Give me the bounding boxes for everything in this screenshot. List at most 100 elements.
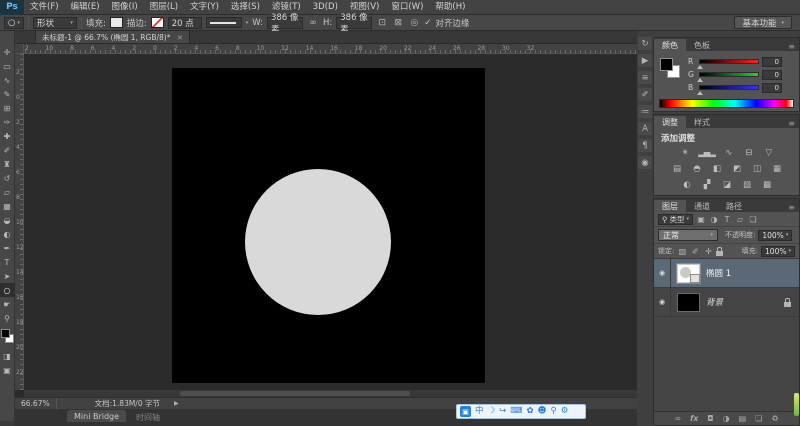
layer-thumbnail[interactable]: [677, 264, 700, 283]
pen-tool[interactable]: ✒: [0, 241, 15, 255]
path-operations-icon[interactable]: ⊡: [376, 18, 388, 28]
lock-all-icon[interactable]: [716, 251, 723, 256]
menu-3d[interactable]: 3D(D): [307, 0, 344, 14]
new-adjustment-layer-icon[interactable]: ◑: [723, 414, 730, 423]
tool-mode-select[interactable]: 形状 ▾: [33, 17, 77, 29]
hue-saturation-icon[interactable]: ▤: [670, 163, 683, 175]
filter-type-layers-icon[interactable]: T: [722, 215, 732, 224]
curves-icon[interactable]: ∿: [722, 147, 735, 159]
tab-color[interactable]: 颜色: [654, 39, 686, 51]
hand-tool[interactable]: ☛: [0, 297, 15, 311]
healing-brush-tool[interactable]: ✚: [0, 129, 15, 143]
new-layer-icon[interactable]: ❏: [755, 414, 762, 423]
blue-value-field[interactable]: 0: [762, 83, 782, 93]
clone-source-panel-icon[interactable]: ≔: [638, 105, 652, 118]
menu-help[interactable]: 帮助(H): [429, 0, 471, 14]
type-tool[interactable]: T: [0, 255, 15, 269]
filter-adjustment-layers-icon[interactable]: ◑: [709, 215, 719, 224]
threshold-icon[interactable]: ◪: [720, 179, 733, 191]
check-icon[interactable]: ✓: [424, 18, 431, 28]
blur-tool[interactable]: ◒: [0, 213, 15, 227]
filter-shape-layers-icon[interactable]: ▱: [735, 215, 745, 224]
foreground-color-swatch[interactable]: [660, 58, 673, 71]
shape-width-field[interactable]: 386 像素: [267, 17, 303, 29]
lock-position-icon[interactable]: ✛: [703, 247, 713, 256]
canvas[interactable]: [172, 68, 485, 383]
layer-filter-type-select[interactable]: ⚲ 类型 ▾: [658, 214, 693, 225]
vertical-ruler[interactable]: 2 0 2 4 6 8 10 12 14 16 18 20 22: [15, 54, 24, 390]
panel-menu-icon[interactable]: ≡: [788, 203, 795, 212]
color-swatches[interactable]: [0, 329, 15, 349]
tab-swatches[interactable]: 色板: [686, 39, 718, 51]
mini-bridge-panel-icon[interactable]: ◉: [638, 156, 652, 169]
dodge-tool[interactable]: ◐: [0, 227, 15, 241]
menu-file[interactable]: 文件(F): [24, 0, 65, 14]
character-panel-icon[interactable]: A: [638, 122, 652, 135]
ime-chinese-mode-icon[interactable]: 中: [475, 405, 484, 418]
move-tool[interactable]: ✛: [0, 45, 15, 59]
tab-adjustments[interactable]: 调整: [654, 116, 686, 128]
visibility-eye-icon[interactable]: ◉: [654, 259, 671, 288]
ime-fullwidth-icon[interactable]: ☽: [488, 405, 496, 418]
red-slider[interactable]: [699, 59, 759, 64]
tab-styles[interactable]: 样式: [686, 116, 718, 128]
filter-pixel-layers-icon[interactable]: ▣: [696, 215, 706, 224]
path-selection-tool[interactable]: ➤: [0, 269, 15, 283]
ime-account-icon[interactable]: ☻: [538, 405, 547, 418]
history-panel-icon[interactable]: ↻: [638, 37, 652, 50]
menu-type[interactable]: 文字(Y): [184, 0, 225, 14]
quick-selection-tool[interactable]: ✎: [0, 87, 15, 101]
gradient-map-icon[interactable]: ▩: [760, 179, 773, 191]
ime-soft-keyboard-icon[interactable]: ⌨: [510, 405, 522, 418]
menu-window[interactable]: 窗口(W): [385, 0, 429, 14]
add-layer-mask-icon[interactable]: ◘: [707, 414, 713, 423]
stroke-width-field[interactable]: 20 点: [168, 17, 202, 29]
invert-icon[interactable]: ◐: [680, 179, 693, 191]
properties-panel-icon[interactable]: ≡: [638, 71, 652, 84]
workspace-switcher[interactable]: 基本功能 ▾: [734, 16, 792, 29]
color-balance-icon[interactable]: ◓: [690, 163, 703, 175]
exposure-icon[interactable]: ⊟: [742, 147, 755, 159]
channel-mixer-icon[interactable]: ◫: [750, 163, 763, 175]
layer-row-background[interactable]: ◉ 背景: [654, 288, 799, 317]
visibility-eye-icon[interactable]: ◉: [654, 288, 671, 317]
clone-stamp-tool[interactable]: ♜: [0, 157, 15, 171]
black-white-icon[interactable]: ◧: [710, 163, 723, 175]
mini-bridge-button[interactable]: Mini Bridge: [67, 410, 126, 422]
timeline-tab[interactable]: 时间轴: [136, 412, 160, 423]
eraser-tool[interactable]: ▱: [0, 185, 15, 199]
link-dimensions-icon[interactable]: ∞: [307, 18, 319, 28]
zoom-tool[interactable]: ⚲: [0, 311, 15, 325]
ime-search-icon[interactable]: ⚲: [551, 405, 557, 418]
blend-mode-select[interactable]: 正常 ▾: [658, 229, 718, 241]
panel-menu-icon[interactable]: ≡: [788, 119, 795, 128]
brush-panel-icon[interactable]: ✐: [638, 88, 652, 101]
foreground-color-swatch[interactable]: [1, 329, 10, 338]
align-edges-label[interactable]: 对齐边缘: [435, 17, 469, 29]
green-value-field[interactable]: 0: [762, 70, 782, 80]
close-icon[interactable]: ×: [176, 33, 183, 42]
tab-channels[interactable]: 通道: [686, 200, 718, 212]
zoom-level-field[interactable]: 66.67%: [15, 398, 57, 409]
menu-image[interactable]: 图像(I): [106, 0, 144, 14]
document-tab[interactable]: 未标题-1 @ 66.7% (椭圆 1, RGB/8)* ×: [35, 30, 190, 43]
photo-filter-icon[interactable]: ◩: [730, 163, 743, 175]
crop-tool[interactable]: ⊞: [0, 101, 15, 115]
stroke-style-picker[interactable]: [206, 17, 242, 28]
paragraph-panel-icon[interactable]: ¶: [638, 139, 652, 152]
layer-row-ellipse[interactable]: ◉ 椭圆 1: [654, 259, 799, 288]
brush-tool[interactable]: ✐: [0, 143, 15, 157]
lasso-tool[interactable]: ∿: [0, 73, 15, 87]
posterize-icon[interactable]: ▞: [700, 179, 713, 191]
opacity-field[interactable]: 100% ▾: [758, 230, 792, 241]
color-spectrum-ramp[interactable]: [659, 99, 794, 108]
rectangular-marquee-tool[interactable]: ▭: [0, 59, 15, 73]
ime-logo-icon[interactable]: ▣: [460, 406, 471, 417]
menu-edit[interactable]: 编辑(E): [65, 0, 106, 14]
lock-paint-icon[interactable]: ✐: [690, 247, 700, 256]
horizontal-ruler[interactable]: 12 10 8 6 4 2 0 2 4 6 8 10 12 14 16 18 2…: [15, 44, 637, 54]
color-lookup-icon[interactable]: ▦: [770, 163, 783, 175]
menu-select[interactable]: 选择(S): [225, 0, 266, 14]
red-value-field[interactable]: 0: [762, 57, 782, 67]
panel-menu-icon[interactable]: ≡: [788, 42, 795, 51]
